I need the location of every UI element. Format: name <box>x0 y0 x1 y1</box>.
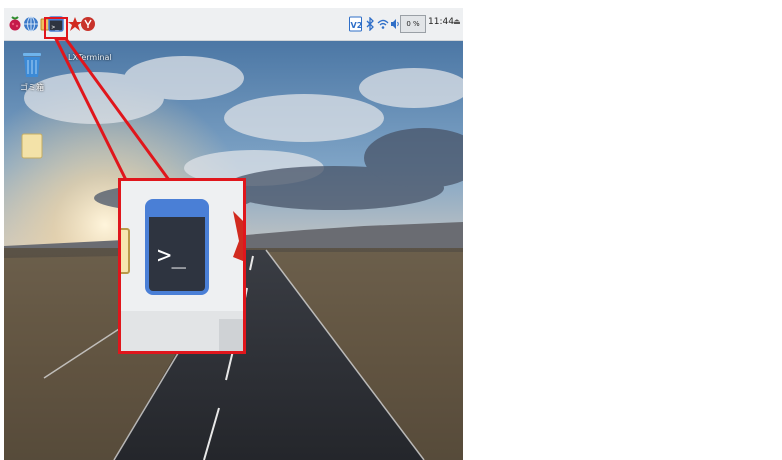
zoomed-terminal-view: >_ <box>121 181 243 351</box>
folder-icon <box>21 133 43 159</box>
clock[interactable]: 11:44 <box>428 17 454 27</box>
highlight-box <box>44 17 68 39</box>
trash-icon <box>23 53 41 77</box>
desktop-screen: >_ V2 0 % 11:44 ⏏ ゴミ箱 LXTerminal >_ <box>4 8 463 460</box>
vnc-icon[interactable]: V2 <box>349 15 362 33</box>
zoomed-terminal-glyph: >_ <box>157 241 186 269</box>
wifi-icon[interactable] <box>377 15 389 33</box>
desktop-icon-folder[interactable] <box>8 132 56 164</box>
trash-label: ゴミ箱 <box>20 83 44 92</box>
svg-text:V2: V2 <box>351 21 363 30</box>
zoom-callout: >_ <box>118 178 246 354</box>
desktop-icon-trash[interactable]: ゴミ箱 <box>8 50 56 93</box>
wolfram-icon[interactable] <box>79 15 97 33</box>
eject-icon[interactable]: ⏏ <box>453 17 461 26</box>
taskbar: >_ V2 0 % 11:44 ⏏ <box>4 8 463 41</box>
terminal-tooltip: LXTerminal <box>68 53 112 62</box>
cpu-usage-monitor[interactable]: 0 % <box>400 15 426 33</box>
bluetooth-icon[interactable] <box>365 15 375 33</box>
volume-icon[interactable] <box>390 15 400 33</box>
